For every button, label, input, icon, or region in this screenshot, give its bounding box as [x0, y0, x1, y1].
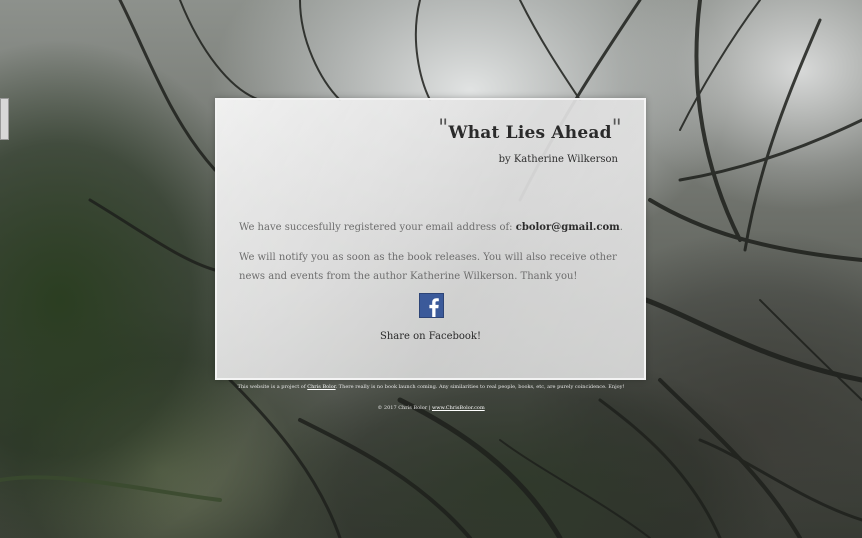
side-tab-handle[interactable]: [0, 98, 9, 140]
author-link[interactable]: Chris Bolor: [307, 384, 335, 390]
share-on-facebook-link[interactable]: Share on Facebook!: [217, 331, 644, 342]
disclaimer-text-start: This website is a project of: [237, 384, 308, 390]
page: "What Lies Ahead" by Katherine Wilkerson…: [0, 0, 862, 538]
copyright-text: © 2017 Chris Bolor |: [377, 405, 432, 411]
signup-confirmation-card: "What Lies Ahead" by Katherine Wilkerson…: [215, 98, 646, 380]
website-link[interactable]: www.ChrisBolor.com: [432, 405, 485, 411]
facebook-share-button[interactable]: [419, 293, 444, 318]
title-quote-close: ": [611, 116, 622, 141]
registration-period: .: [619, 222, 623, 233]
disclaimer-text-end: . There really is no book launch coming.…: [335, 384, 625, 390]
title-quote-open: ": [438, 116, 449, 141]
book-title: "What Lies Ahead": [438, 116, 622, 143]
notification-message: We will notify you as soon as the book r…: [239, 252, 617, 282]
registration-message: We have succesfully registered your emai…: [239, 220, 629, 236]
facebook-icon: [420, 294, 443, 317]
footer-disclaimer: This website is a project of Chris Bolor…: [0, 384, 862, 390]
registered-email: cbolor@gmail.com: [515, 222, 620, 233]
registration-text: We have succesfully registered your emai…: [239, 222, 516, 233]
title-text: What Lies Ahead: [448, 123, 612, 143]
footer-copyright: © 2017 Chris Bolor | www.ChrisBolor.com: [0, 405, 862, 411]
author-byline: by Katherine Wilkerson: [498, 154, 618, 165]
